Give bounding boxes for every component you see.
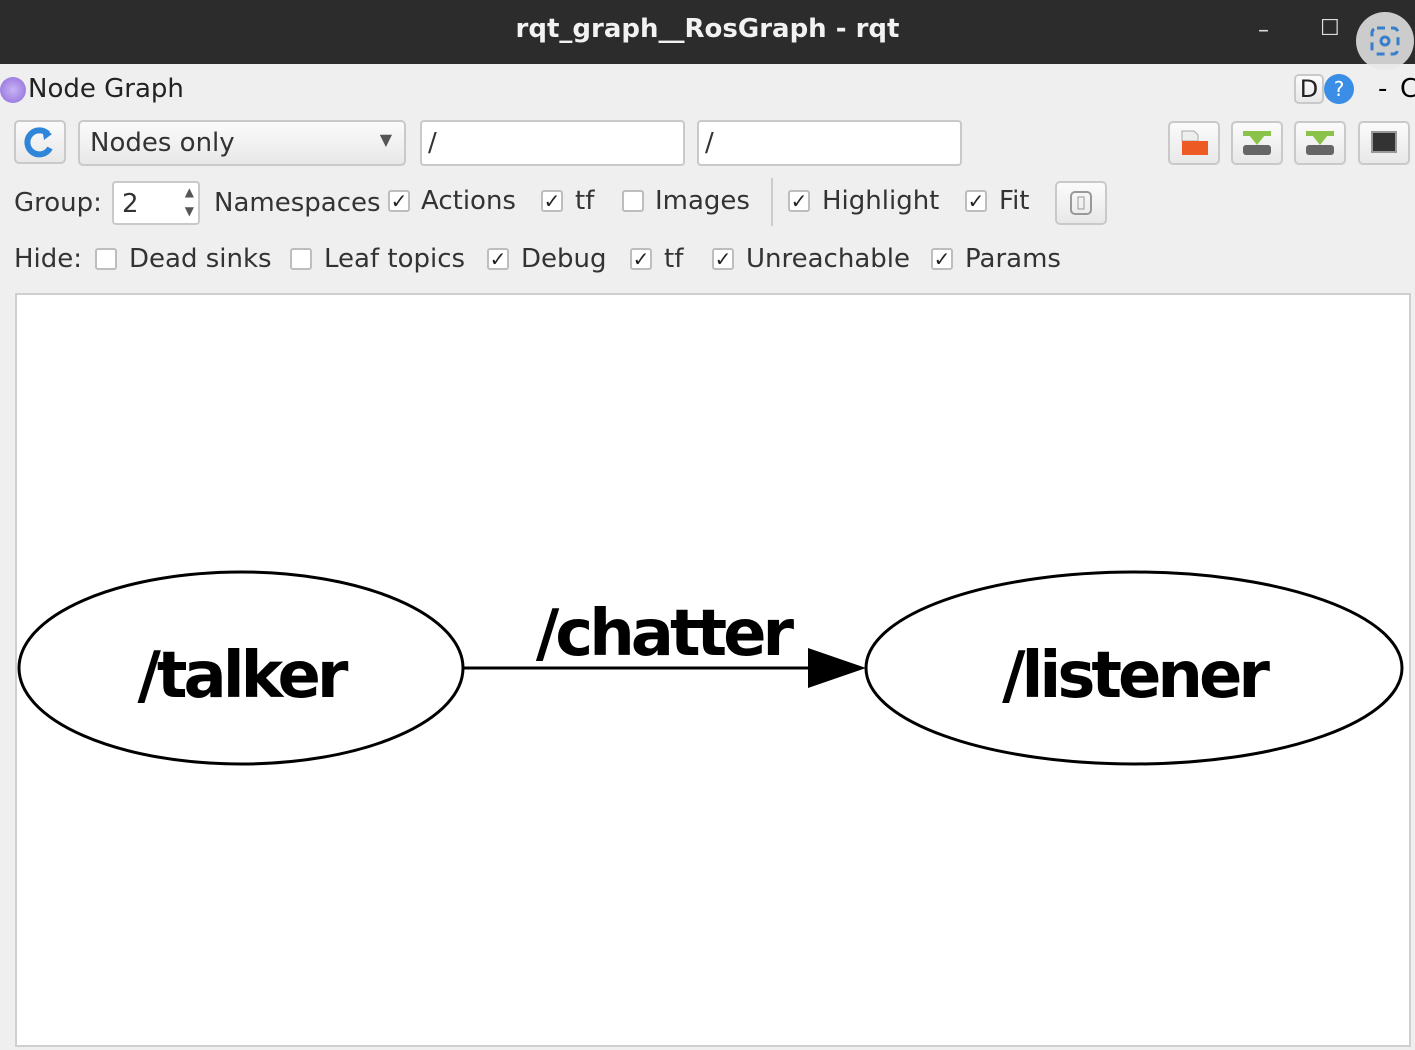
graph-view: /talker /listener /chatter: [17, 570, 1404, 766]
arrowhead: [808, 648, 866, 688]
node-listener-label: /listener: [1002, 639, 1270, 713]
node-talker-label: /talker: [138, 639, 349, 713]
edge-chatter-label: /chatter: [536, 597, 795, 671]
